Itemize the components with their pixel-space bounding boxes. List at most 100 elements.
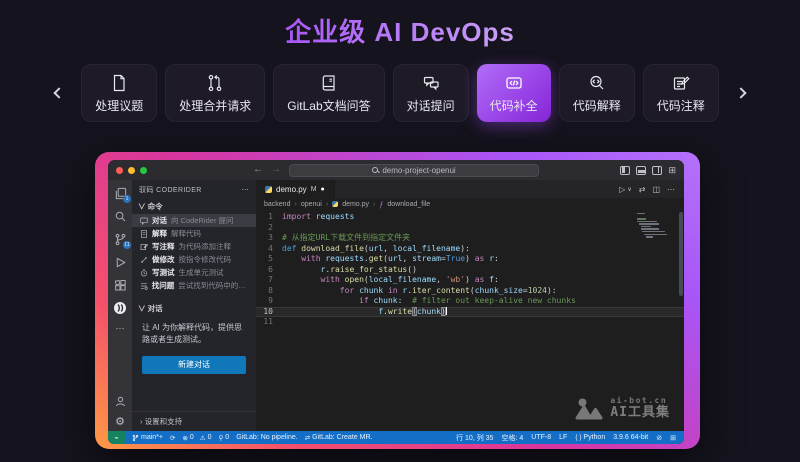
code-editor[interactable]: 1import requests23# 从指定URL下载文件到指定文件夹4def…: [256, 210, 684, 431]
minimap[interactable]: [637, 213, 673, 241]
tab-gitlab-docs-qa[interactable]: GitLab文档问答: [273, 64, 384, 122]
code-line[interactable]: 9 if chunk: # filter out keep-alive new …: [256, 296, 684, 307]
editor-more-icon[interactable]: ⋯: [667, 185, 675, 194]
zoom-window-button[interactable]: [140, 167, 147, 174]
breadcrumb-item[interactable]: download_file: [387, 201, 430, 208]
code-token: def: [282, 244, 301, 253]
code-line[interactable]: 5 with requests.get(url, stream=True) as…: [256, 254, 684, 265]
command-write-comment[interactable]: 写注释 为代码添加注释: [132, 240, 256, 253]
compare-changes-icon[interactable]: ⇄: [639, 185, 646, 194]
tab-label: 处理合并请求: [179, 97, 251, 114]
code-line[interactable]: 10 f.write(chunk): [256, 307, 684, 318]
code-line[interactable]: 6 r.raise_for_status(): [256, 265, 684, 276]
explorer-pages-icon[interactable]: 1: [113, 186, 127, 200]
toggle-sidebar-icon[interactable]: [620, 166, 630, 175]
run-dropdown-icon[interactable]: ∨: [627, 186, 631, 193]
tab-handle-merge-request[interactable]: 处理合并请求: [165, 64, 265, 122]
gradient-window-frame: ← → demo-project-openui ⊞ 1: [95, 152, 700, 449]
workspace-name: demo-project-openui: [382, 166, 455, 175]
tab-code-comment[interactable]: 代码注释: [643, 64, 719, 122]
line-number: 7: [256, 275, 282, 286]
code-line[interactable]: 7 with open(local_filename, 'wb') as f:: [256, 275, 684, 286]
code-token: requests: [316, 212, 355, 221]
sidebar-more-icon[interactable]: ⋯: [242, 186, 249, 194]
minimap-line: [637, 213, 645, 214]
new-chat-button[interactable]: 新建对话: [142, 356, 246, 374]
language-mode[interactable]: { } Python: [575, 434, 605, 441]
chat-hint-text: 让 AI 为你解释代码，提供思路或者生成测试。: [132, 316, 256, 349]
tab-code-completion[interactable]: 代码补全: [477, 64, 551, 122]
command-center-search[interactable]: demo-project-openui: [289, 164, 539, 177]
chat-bubble-icon: [140, 217, 148, 225]
tab-code-explain[interactable]: 代码解释: [559, 64, 635, 122]
indentation[interactable]: 空格: 4: [501, 433, 523, 443]
toggle-secondary-sidebar-icon[interactable]: [652, 166, 662, 175]
code-token: [282, 286, 340, 295]
settings-support-item[interactable]: › 设置和支持: [132, 411, 256, 431]
code-token: chunk: [374, 296, 398, 305]
problems-status[interactable]: ⊗0 ⚠0: [182, 434, 211, 442]
source-control-icon[interactable]: 11: [113, 232, 127, 246]
eol-sequence[interactable]: LF: [559, 434, 567, 441]
extensions-icon[interactable]: [113, 278, 127, 292]
tab-chat-ask[interactable]: 对话提问: [393, 64, 469, 122]
breadcrumb-item[interactable]: openui: [301, 201, 322, 208]
python-interpreter[interactable]: 3.9.6 64-bit: [613, 434, 648, 441]
restore-window-icon[interactable]: ⊞: [670, 434, 676, 442]
code-token: [446, 307, 447, 316]
code-token: raise_for_status: [330, 265, 407, 274]
history-forward-button[interactable]: →: [271, 165, 281, 175]
code-line[interactable]: 3# 从指定URL下载文件到指定文件夹: [256, 233, 684, 244]
merge-arrows-icon: ⇄: [305, 434, 310, 442]
settings-gear-icon[interactable]: ⚙: [115, 417, 125, 428]
tab-demo-py[interactable]: demo.py M ●: [256, 180, 335, 198]
search-view-icon[interactable]: [113, 209, 127, 223]
gitlab-create-mr[interactable]: ⇄ GitLab: Create MR.: [305, 434, 373, 442]
code-line[interactable]: 8 for chunk in r.iter_content(chunk_size…: [256, 286, 684, 297]
coderider-logo-icon[interactable]: [113, 301, 127, 315]
close-window-button[interactable]: [116, 167, 123, 174]
run-debug-icon[interactable]: [113, 255, 127, 269]
sync-status[interactable]: ⟳: [170, 434, 175, 442]
section-chat[interactable]: ∨ 对话: [132, 301, 256, 316]
command-explain[interactable]: 解释 解释代码: [132, 227, 256, 240]
toggle-panel-icon[interactable]: [636, 166, 646, 175]
history-back-button[interactable]: ←: [253, 165, 263, 175]
split-editor-icon[interactable]: ◫: [652, 185, 660, 194]
command-modify[interactable]: 做修改 按指令修改代码: [132, 253, 256, 266]
command-write-test[interactable]: 写测试 生成单元测试: [132, 266, 256, 279]
code-line[interactable]: 4def download_file(url, local_filename):: [256, 244, 684, 255]
remote-indicator[interactable]: ⌁: [108, 431, 125, 444]
gitlab-pipeline-status[interactable]: GitLab: No pipeline.: [236, 434, 297, 441]
minimize-window-button[interactable]: [128, 167, 135, 174]
coderider-status-icon[interactable]: ⊘: [656, 434, 662, 442]
ai-bot-logo: [574, 397, 604, 421]
code-line[interactable]: 11: [256, 317, 684, 328]
broadcast-status[interactable]: ⚲0: [219, 434, 230, 442]
cursor-position[interactable]: 行 10, 列 35: [456, 433, 493, 443]
account-icon[interactable]: [113, 394, 127, 408]
search-icon: [372, 167, 378, 173]
tab-handle-issues[interactable]: 处理议题: [81, 64, 157, 122]
breadcrumb-item[interactable]: backend: [264, 201, 290, 208]
line-number: 9: [256, 296, 282, 307]
branch-status[interactable]: main*+: [132, 434, 163, 442]
command-find-issues[interactable]: 找问题 尝试找到代码中的坏...: [132, 279, 256, 292]
unsaved-dot-icon[interactable]: ●: [321, 186, 325, 193]
carousel-next-button[interactable]: [731, 83, 751, 103]
additional-views-icon[interactable]: ⋯: [116, 324, 125, 333]
minimap-line: [641, 228, 660, 229]
command-chat[interactable]: 对话 向 CodeRider 提问: [132, 214, 256, 227]
editor-scrollbar[interactable]: [679, 212, 683, 296]
code-token: local_filename: [393, 244, 460, 253]
breadcrumb-item[interactable]: demo.py: [342, 201, 369, 208]
code-line[interactable]: 1import requests: [256, 212, 684, 223]
section-commands[interactable]: ∨ 命令: [132, 199, 256, 214]
carousel-prev-button[interactable]: [49, 83, 69, 103]
code-line[interactable]: 2: [256, 223, 684, 234]
customize-layout-icon[interactable]: ⊞: [668, 166, 676, 175]
run-file-icon[interactable]: ▷: [619, 185, 625, 194]
code-token: iter_content: [412, 286, 470, 295]
encoding[interactable]: UTF-8: [531, 434, 551, 441]
tab-label: 代码注释: [657, 97, 705, 114]
